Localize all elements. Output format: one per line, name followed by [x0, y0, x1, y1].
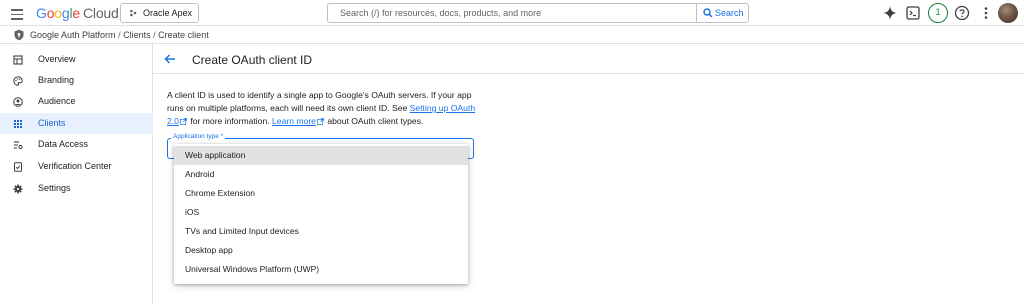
- option-ios[interactable]: iOS: [174, 203, 468, 222]
- back-arrow-icon[interactable]: [163, 52, 177, 66]
- sidebar: Overview Branding Audience Clients Data …: [0, 44, 153, 304]
- clients-grid-icon: [14, 120, 22, 128]
- project-name: Oracle Apex: [143, 8, 193, 18]
- sidebar-item-label: Verification Center: [38, 161, 112, 171]
- application-type-label: Application type *: [171, 133, 226, 140]
- data-access-icon: [14, 141, 23, 150]
- menu-icon[interactable]: [8, 4, 26, 22]
- sidebar-item-branding[interactable]: Branding: [0, 70, 153, 91]
- google-cloud-logo[interactable]: Google Cloud: [36, 5, 119, 21]
- project-picker-button[interactable]: Oracle Apex: [120, 3, 199, 23]
- dashboard-icon: [13, 55, 23, 65]
- palette-icon: [13, 76, 23, 86]
- gemini-spark-icon[interactable]: [880, 3, 900, 23]
- option-chrome-extension[interactable]: Chrome Extension: [174, 184, 468, 203]
- cloud-shell-icon[interactable]: [903, 3, 923, 23]
- shield-lock-icon: [14, 29, 24, 41]
- external-link-icon: [180, 118, 187, 125]
- sidebar-item-settings[interactable]: Settings: [0, 178, 153, 199]
- search-bar: Search: [327, 3, 749, 23]
- sidebar-item-label: Data Access: [38, 139, 89, 149]
- option-android[interactable]: Android: [174, 165, 468, 184]
- notification-badge[interactable]: 1: [928, 3, 948, 23]
- search-button-label: Search: [715, 8, 744, 18]
- user-avatar[interactable]: [998, 3, 1018, 23]
- sidebar-item-label: Overview: [38, 54, 76, 64]
- learn-more-link[interactable]: Learn more: [272, 116, 316, 126]
- breadcrumb-clients[interactable]: Clients: [123, 30, 151, 40]
- external-link-icon: [317, 118, 324, 125]
- option-tvs-limited-input[interactable]: TVs and Limited Input devices: [174, 222, 468, 241]
- sidebar-item-data-access[interactable]: Data Access: [0, 134, 153, 155]
- title-divider: [153, 73, 1024, 74]
- sidebar-item-audience[interactable]: Audience: [0, 91, 153, 112]
- project-hierarchy-icon: [130, 9, 137, 17]
- breadcrumb: Google Auth Platform / Clients / Create …: [0, 26, 1024, 44]
- search-icon: [703, 8, 713, 18]
- settings-icon: [13, 184, 23, 194]
- breadcrumb-separator: /: [118, 29, 121, 40]
- verified-icon: [14, 162, 22, 172]
- more-vert-icon[interactable]: [976, 3, 996, 23]
- sidebar-item-verification-center[interactable]: Verification Center: [0, 156, 153, 177]
- application-type-dropdown: Web application Android Chrome Extension…: [174, 144, 468, 284]
- sidebar-item-clients[interactable]: Clients: [0, 113, 153, 134]
- sidebar-item-label: Clients: [38, 118, 66, 128]
- sidebar-item-label: Branding: [38, 75, 75, 85]
- breadcrumb-google-auth-platform[interactable]: Google Auth Platform: [30, 30, 116, 40]
- help-icon[interactable]: [952, 3, 972, 23]
- description-text: A client ID is used to identify a single…: [167, 90, 476, 126]
- option-desktop-app[interactable]: Desktop app: [174, 241, 468, 260]
- breadcrumb-separator: /: [153, 29, 156, 40]
- page-title: Create OAuth client ID: [192, 53, 313, 67]
- sidebar-item-overview[interactable]: Overview: [0, 49, 153, 70]
- search-button[interactable]: Search: [696, 4, 748, 22]
- person-icon: [13, 97, 23, 107]
- option-uwp[interactable]: Universal Windows Platform (UWP): [174, 260, 468, 279]
- sidebar-item-label: Audience: [38, 96, 76, 106]
- sidebar-item-label: Settings: [38, 183, 71, 193]
- search-input[interactable]: [328, 4, 696, 22]
- breadcrumb-create-client: Create client: [158, 29, 209, 40]
- top-app-bar: GoogleCloud Oracle Apex Search 1: [0, 0, 1024, 26]
- option-web-application[interactable]: Web application: [174, 146, 468, 165]
